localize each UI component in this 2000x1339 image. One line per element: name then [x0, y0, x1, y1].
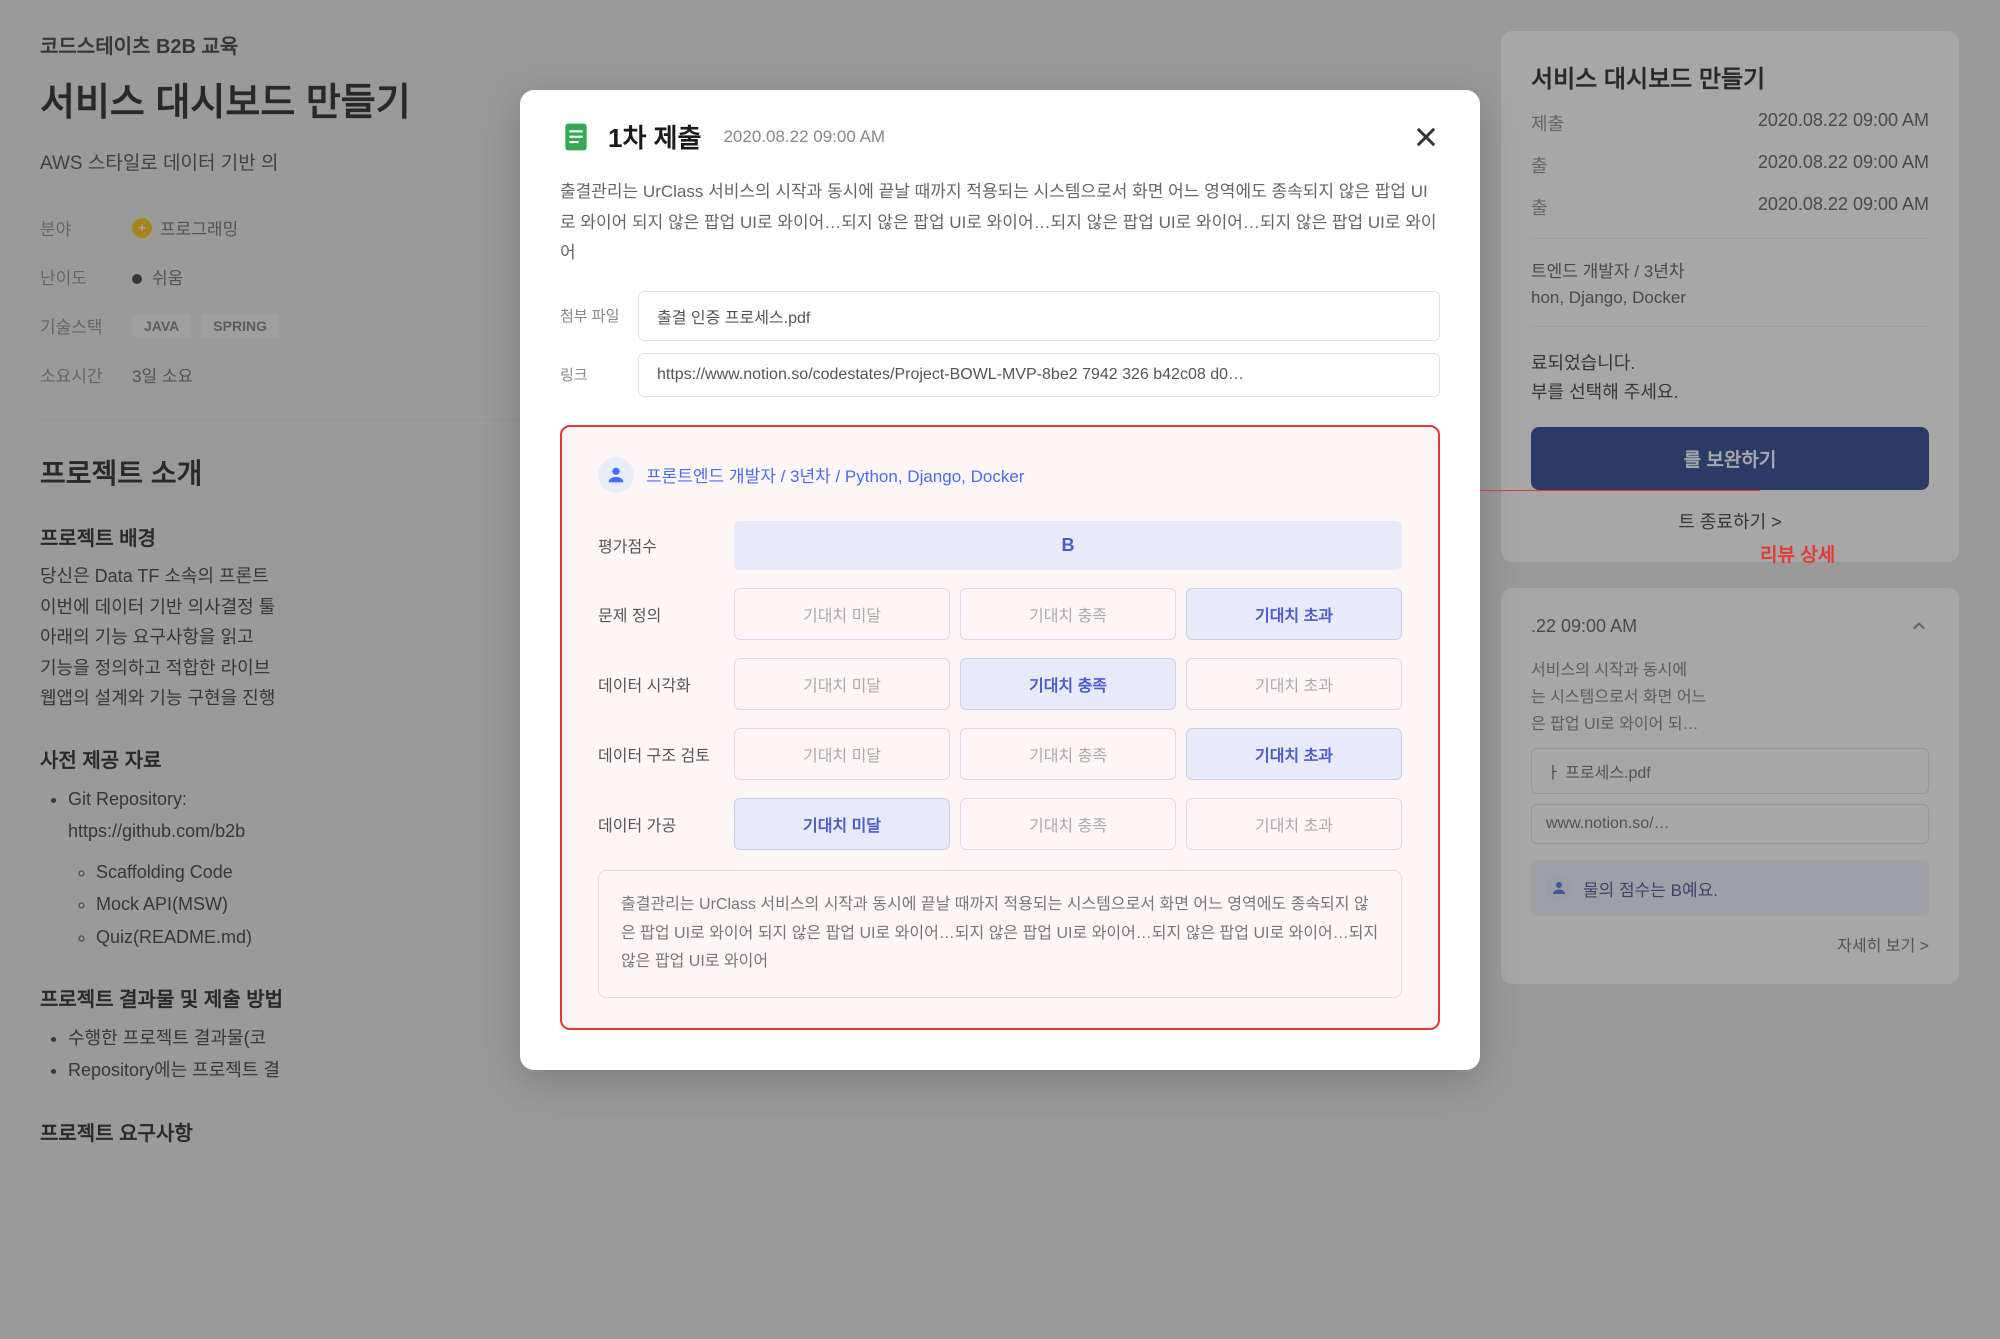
- link-value[interactable]: https://www.notion.so/codestates/Project…: [638, 353, 1440, 397]
- option-exceed[interactable]: 기대치 초과: [1186, 798, 1402, 850]
- avatar-icon: [598, 457, 634, 493]
- criteria-row: 데이터 가공 기대치 미달기대치 충족기대치 초과: [598, 798, 1402, 850]
- option-group: 기대치 미달기대치 충족기대치 초과: [734, 798, 1402, 850]
- review-comment: 출결관리는 UrClass 서비스의 시작과 동시에 끝날 때까지 적용되는 시…: [598, 870, 1402, 998]
- criteria-label: 데이터 시각화: [598, 672, 718, 696]
- option-below[interactable]: 기대치 미달: [734, 728, 950, 780]
- modal-overlay[interactable]: 1차 제출 2020.08.22 09:00 AM 출결관리는 UrClass …: [0, 0, 2000, 1339]
- criteria-row: 문제 정의 기대치 미달기대치 충족기대치 초과: [598, 588, 1402, 640]
- option-group: 기대치 미달기대치 충족기대치 초과: [734, 728, 1402, 780]
- criteria-row: 데이터 구조 검토 기대치 미달기대치 충족기대치 초과: [598, 728, 1402, 780]
- annotation-label: 리뷰 상세: [1760, 540, 1835, 567]
- criteria-row: 데이터 시각화 기대치 미달기대치 충족기대치 초과: [598, 658, 1402, 710]
- attach-label: 첨부 파일: [560, 305, 620, 326]
- score-label: 평가점수: [598, 533, 718, 557]
- criteria-label: 문제 정의: [598, 602, 718, 626]
- annotation-line: [1480, 490, 1760, 491]
- attach-value[interactable]: 출결 인증 프로세스.pdf: [638, 291, 1440, 341]
- modal-date: 2020.08.22 09:00 AM: [723, 127, 885, 147]
- option-below[interactable]: 기대치 미달: [734, 588, 950, 640]
- criteria-label: 데이터 구조 검토: [598, 742, 718, 766]
- modal-description: 출결관리는 UrClass 서비스의 시작과 동시에 끝날 때까지 적용되는 시…: [560, 177, 1440, 269]
- option-exceed[interactable]: 기대치 초과: [1186, 728, 1402, 780]
- option-meet[interactable]: 기대치 충족: [960, 588, 1176, 640]
- modal-title: 1차 제출: [608, 118, 701, 155]
- reviewer-info: 프론트엔드 개발자 / 3년차 / Python, Django, Docker: [646, 462, 1024, 487]
- document-icon: [560, 121, 592, 153]
- score-value: B: [734, 521, 1402, 570]
- criteria-label: 데이터 가공: [598, 812, 718, 836]
- option-exceed[interactable]: 기대치 초과: [1186, 658, 1402, 710]
- submission-modal: 1차 제출 2020.08.22 09:00 AM 출결관리는 UrClass …: [520, 90, 1480, 1070]
- review-panel: 프론트엔드 개발자 / 3년차 / Python, Django, Docker…: [560, 425, 1440, 1030]
- option-below[interactable]: 기대치 미달: [734, 798, 950, 850]
- option-group: 기대치 미달기대치 충족기대치 초과: [734, 658, 1402, 710]
- option-meet[interactable]: 기대치 충족: [960, 658, 1176, 710]
- close-icon[interactable]: [1412, 123, 1440, 151]
- option-group: 기대치 미달기대치 충족기대치 초과: [734, 588, 1402, 640]
- link-label: 링크: [560, 364, 620, 385]
- option-exceed[interactable]: 기대치 초과: [1186, 588, 1402, 640]
- option-below[interactable]: 기대치 미달: [734, 658, 950, 710]
- option-meet[interactable]: 기대치 충족: [960, 798, 1176, 850]
- option-meet[interactable]: 기대치 충족: [960, 728, 1176, 780]
